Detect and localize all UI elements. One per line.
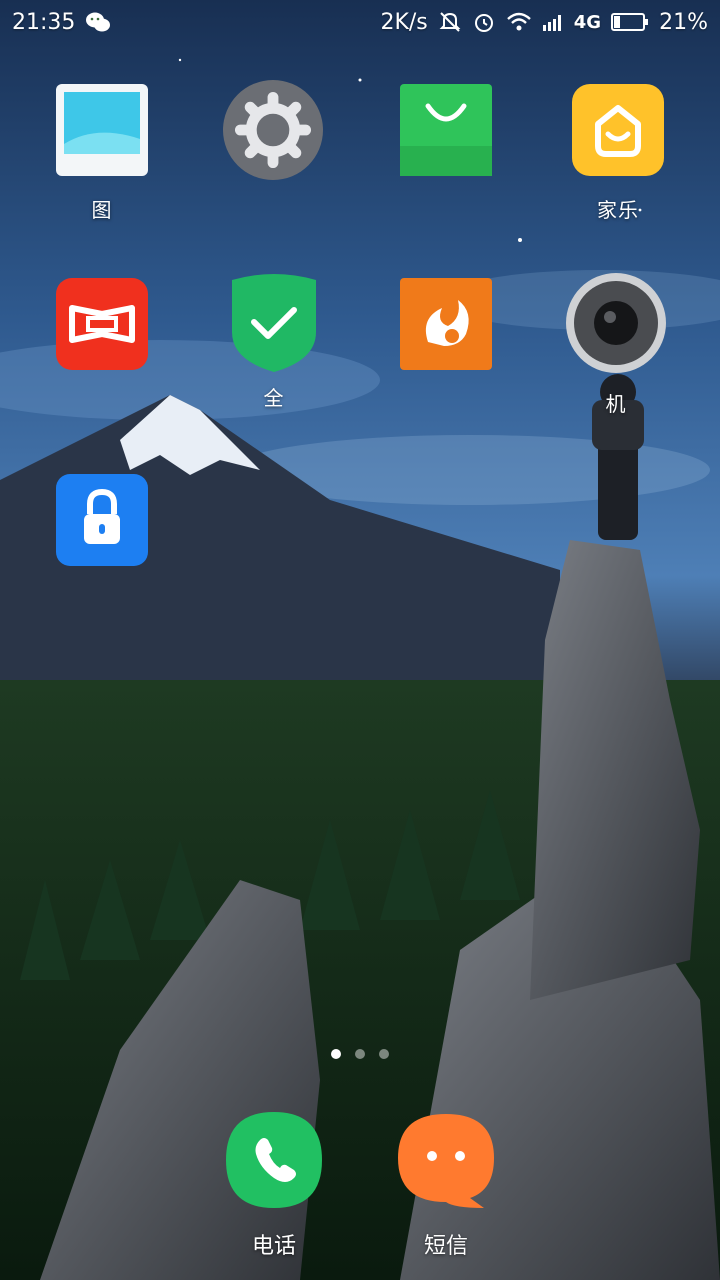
- app-lock-icon: [56, 474, 148, 566]
- app-store[interactable]: [361, 84, 531, 244]
- wifi-icon: [506, 11, 532, 33]
- message-icon: [398, 1114, 494, 1208]
- app-camera[interactable]: 机: [531, 272, 701, 432]
- gallery-icon: [56, 84, 148, 176]
- app-security[interactable]: 全: [189, 272, 359, 432]
- security-shield-icon: [232, 274, 316, 372]
- app-lock[interactable]: [17, 474, 187, 634]
- mute-icon: [438, 10, 462, 34]
- wechat-icon: [85, 11, 111, 33]
- app-gallery[interactable]: 图: [17, 84, 187, 244]
- video-icon: [56, 278, 148, 370]
- signal-icon: [542, 13, 564, 31]
- page-dot[interactable]: [379, 1049, 389, 1059]
- app-store-icon: [400, 84, 492, 176]
- app-label: 全: [263, 386, 285, 410]
- dock-label: 短信: [423, 1234, 468, 1259]
- app-settings[interactable]: [188, 80, 358, 240]
- phone-icon: [226, 1112, 322, 1208]
- home-icon: [572, 84, 664, 176]
- app-uc-browser[interactable]: [361, 278, 531, 438]
- battery-icon: [611, 12, 649, 32]
- status-time: 21:35: [12, 9, 76, 35]
- app-video[interactable]: [17, 278, 187, 438]
- status-bar: 21:35 2K/s 4G 21%: [0, 0, 720, 44]
- net-speed: 2K/s: [380, 9, 428, 35]
- dock-phone[interactable]: 电话: [204, 1110, 344, 1260]
- dock-messages[interactable]: 短信: [376, 1110, 516, 1260]
- network-type: 4G: [573, 11, 602, 33]
- page-dot[interactable]: [355, 1049, 365, 1059]
- app-label: 家乐: [597, 198, 639, 222]
- dock-label: 电话: [251, 1234, 296, 1259]
- page-indicator: [0, 1049, 720, 1059]
- alarm-icon: [472, 10, 496, 34]
- page-dot-active[interactable]: [331, 1049, 341, 1059]
- app-label: 图: [91, 198, 113, 222]
- app-home[interactable]: 家乐: [533, 84, 703, 244]
- settings-icon: [223, 80, 323, 180]
- camera-icon: [566, 273, 666, 373]
- app-label: 机: [605, 392, 627, 416]
- battery-percent: 21%: [659, 9, 708, 35]
- uc-browser-icon: [400, 278, 492, 370]
